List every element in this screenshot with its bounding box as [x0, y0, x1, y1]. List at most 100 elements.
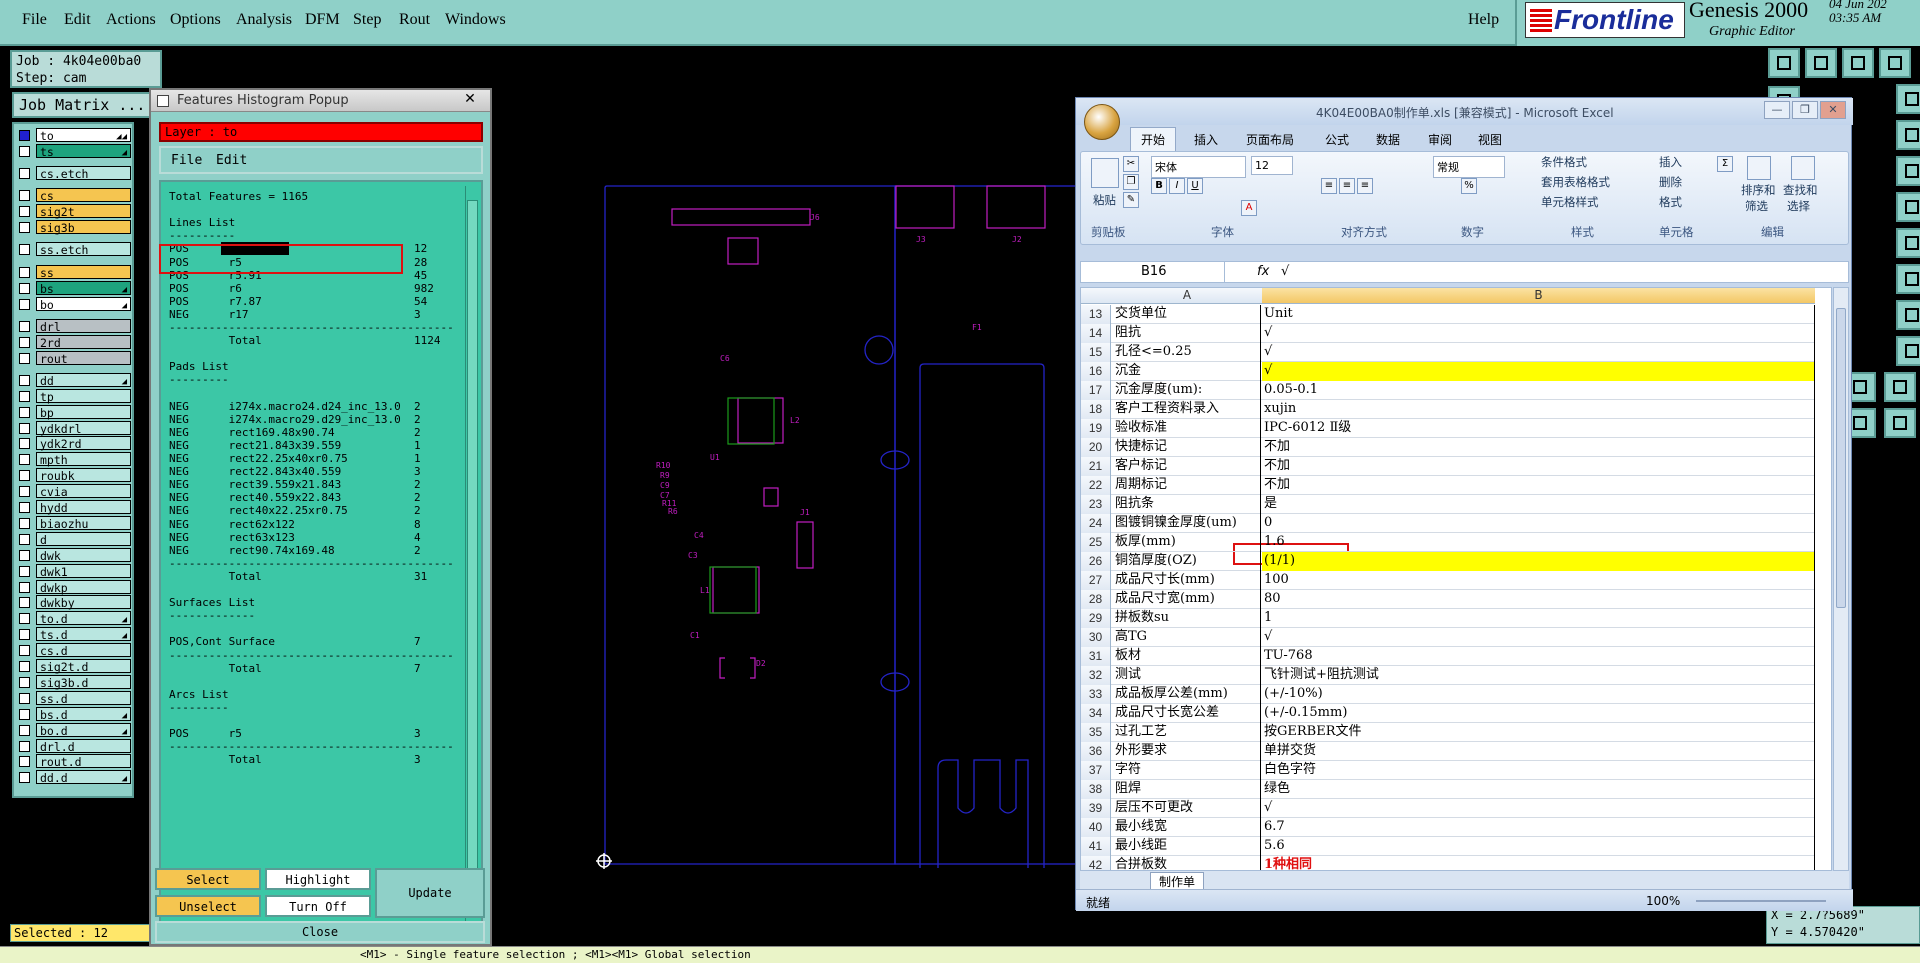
- layer-row[interactable]: dd ◢: [17, 372, 133, 388]
- row-number[interactable]: 29: [1081, 609, 1111, 628]
- cell-b[interactable]: 不加: [1262, 476, 1815, 495]
- cell-b[interactable]: 100: [1262, 571, 1815, 590]
- cell-b[interactable]: √: [1262, 799, 1815, 818]
- cell-b[interactable]: 1种相同: [1262, 856, 1815, 870]
- cell-a[interactable]: 客户标记: [1112, 457, 1261, 476]
- cell-a[interactable]: 合拼板数: [1112, 856, 1261, 870]
- row-number[interactable]: 30: [1081, 628, 1111, 647]
- histogram-row[interactable]: NEG i274x.macro24.d24_inc_13.0 2: [169, 400, 421, 413]
- layer-name[interactable]: to ◢◢: [36, 128, 131, 143]
- layer-checkbox[interactable]: [19, 629, 30, 641]
- font-size-select[interactable]: 12: [1251, 156, 1293, 175]
- cell-b[interactable]: 白色字符: [1262, 761, 1815, 780]
- layer-checkbox[interactable]: [19, 708, 30, 720]
- layer-row[interactable]: ts ◢: [17, 143, 133, 159]
- layer-row[interactable]: ts.d ◢: [17, 627, 133, 642]
- row-number[interactable]: 15: [1081, 343, 1111, 362]
- layer-row[interactable]: bo.d ◢: [17, 722, 133, 738]
- layer-checkbox[interactable]: [19, 145, 30, 157]
- cell-a[interactable]: 成品尺寸长宽公差: [1112, 704, 1261, 723]
- layer-checkbox[interactable]: [19, 390, 30, 402]
- tool-button-icon[interactable]: [1896, 192, 1920, 222]
- tab-view[interactable]: 视图: [1478, 131, 1502, 148]
- row-number[interactable]: 34: [1081, 704, 1111, 723]
- layer-name[interactable]: biaozhu: [36, 515, 131, 531]
- close-icon[interactable]: ✕: [1820, 101, 1846, 119]
- layer-row[interactable]: to ◢◢: [17, 128, 133, 143]
- layer-checkbox[interactable]: [19, 613, 30, 625]
- cell-b[interactable]: 不加: [1262, 457, 1815, 476]
- layer-name[interactable]: rout.d: [36, 754, 131, 769]
- layer-checkbox[interactable]: [19, 244, 30, 256]
- cell-b[interactable]: TU-768: [1262, 647, 1815, 666]
- layer-name[interactable]: dd ◢: [36, 372, 131, 388]
- histogram-row[interactable]: POS,Cont Surface 7: [169, 635, 421, 648]
- cell-a[interactable]: 板材: [1112, 647, 1261, 666]
- menu-help[interactable]: Help: [1468, 11, 1499, 29]
- layer-row[interactable]: roubk: [17, 468, 133, 483]
- cell-a[interactable]: 板厚(mm): [1112, 533, 1261, 552]
- tool-button-icon[interactable]: [1884, 372, 1916, 402]
- layer-row[interactable]: ss: [17, 264, 133, 280]
- highlight-button[interactable]: Highlight: [265, 868, 371, 890]
- cell-a[interactable]: 最小线宽: [1112, 818, 1261, 837]
- histogram-row[interactable]: NEG r17 3: [169, 308, 421, 321]
- layer-checkbox[interactable]: [19, 645, 30, 657]
- percent-icon[interactable]: %: [1461, 178, 1477, 194]
- cell-a[interactable]: 图镀铜镍金厚度(um): [1112, 514, 1261, 533]
- row-number[interactable]: 14: [1081, 324, 1111, 343]
- layer-checkbox[interactable]: [19, 168, 30, 180]
- layer-name[interactable]: mpth: [36, 452, 131, 467]
- histogram-row[interactable]: Lines List: [169, 216, 235, 229]
- row-number[interactable]: 37: [1081, 761, 1111, 780]
- layer-checkbox[interactable]: [19, 320, 30, 332]
- layer-checkbox[interactable]: [19, 597, 30, 609]
- layer-checkbox[interactable]: [19, 549, 30, 561]
- layer-name[interactable]: ydkdrl: [36, 420, 131, 436]
- row-header-corner[interactable]: [1081, 288, 1112, 304]
- layer-checkbox[interactable]: [19, 298, 30, 310]
- cell-b[interactable]: √: [1262, 343, 1815, 362]
- layer-checkbox[interactable]: [19, 222, 30, 234]
- bold-icon[interactable]: B: [1151, 178, 1167, 194]
- layer-row[interactable]: cvia: [17, 484, 133, 499]
- restore-icon[interactable]: ❐: [1792, 101, 1818, 119]
- cell-a[interactable]: 周期标记: [1112, 476, 1261, 495]
- histogram-row[interactable]: Total 3: [169, 753, 421, 766]
- cell-b[interactable]: (1/1): [1262, 552, 1815, 571]
- row-number[interactable]: 21: [1081, 457, 1111, 476]
- layer-checkbox[interactable]: [19, 130, 30, 141]
- cell-b[interactable]: √: [1262, 324, 1815, 343]
- row-number[interactable]: 40: [1081, 818, 1111, 837]
- layer-row[interactable]: bs ◢: [17, 280, 133, 296]
- cell-a[interactable]: 拼板数su: [1112, 609, 1261, 628]
- layer-checkbox[interactable]: [19, 438, 30, 450]
- cell-b[interactable]: 80: [1262, 590, 1815, 609]
- update-button[interactable]: Update: [375, 868, 485, 918]
- tab-data[interactable]: 数据: [1376, 131, 1400, 148]
- layer-name[interactable]: ss.d: [36, 690, 131, 706]
- layer-checkbox[interactable]: [19, 676, 30, 688]
- name-box[interactable]: B16: [1085, 262, 1225, 282]
- layer-row[interactable]: dwk1: [17, 563, 133, 579]
- layer-checkbox[interactable]: [19, 190, 30, 202]
- histogram-row[interactable]: ----------------------------------------…: [169, 740, 454, 753]
- layer-checkbox[interactable]: [19, 740, 30, 752]
- cell-b[interactable]: 0: [1262, 514, 1815, 533]
- number-format-select[interactable]: 常规: [1433, 156, 1505, 178]
- tool-button-icon[interactable]: [1896, 84, 1920, 114]
- layer-checkbox[interactable]: [19, 470, 30, 482]
- layer-row[interactable]: sig2t: [17, 204, 133, 219]
- cell-b[interactable]: √: [1262, 362, 1815, 381]
- tool-button-icon[interactable]: [1896, 156, 1920, 186]
- menu-windows[interactable]: Windows: [445, 11, 506, 29]
- job-matrix-button[interactable]: Job Matrix ...: [12, 92, 158, 118]
- histogram-row[interactable]: NEG i274x.macro29.d29_inc_13.0 2: [169, 413, 421, 426]
- column-header-b[interactable]: B: [1262, 288, 1815, 304]
- layer-checkbox[interactable]: [19, 661, 30, 673]
- histogram-row[interactable]: NEG rect169.48x90.74 2: [169, 426, 421, 439]
- cell-b[interactable]: (+/-0.15mm): [1262, 704, 1815, 723]
- layer-row[interactable]: ydkdrl: [17, 420, 133, 436]
- formula-input[interactable]: √: [1281, 264, 1289, 279]
- histogram-row[interactable]: ----------------------------------------…: [169, 321, 454, 334]
